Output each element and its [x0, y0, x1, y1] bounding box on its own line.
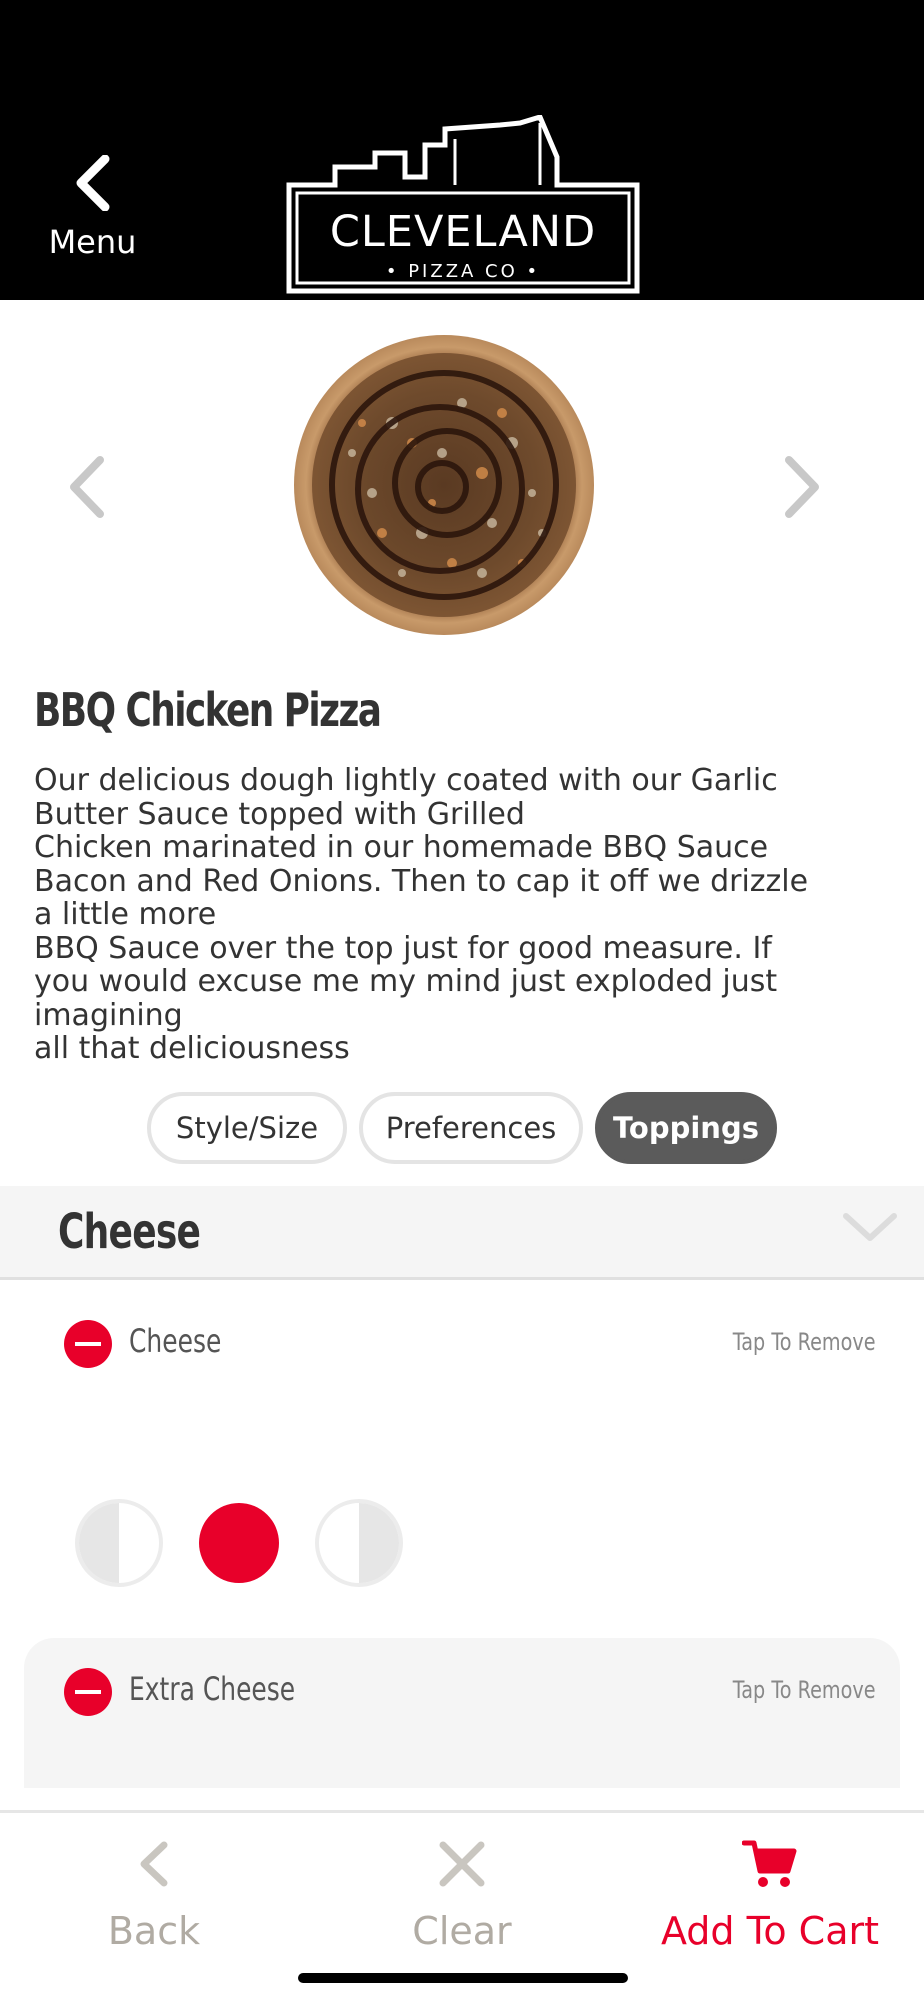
- chevron-right-icon: [785, 456, 819, 518]
- clear-button[interactable]: Clear: [308, 1813, 616, 1973]
- product-description: Our delicious dough lightly coated with …: [34, 763, 809, 1066]
- previous-item-button[interactable]: [62, 452, 112, 522]
- pizza-image: [292, 333, 597, 638]
- back-label: Back: [107, 1909, 201, 1953]
- section-title: Cheese: [58, 1204, 201, 1260]
- chevron-left-icon: [70, 456, 104, 518]
- tab-style-size[interactable]: Style/Size: [147, 1092, 347, 1164]
- chevron-left-icon: [76, 155, 109, 211]
- chevron-down-icon: [843, 1213, 897, 1241]
- topping-row-extra-cheese: Extra Cheese Tap To Remove: [24, 1638, 900, 1788]
- topping-name: Extra Cheese: [129, 1670, 296, 1708]
- tap-to-remove-link[interactable]: Tap To Remove: [733, 1328, 876, 1356]
- minus-circle-icon[interactable]: [64, 1320, 112, 1368]
- tab-toppings[interactable]: Toppings: [595, 1092, 777, 1164]
- cleveland-pizza-logo: CLEVELAND • PIZZA CO •: [285, 115, 640, 295]
- left-half-portion-icon[interactable]: [74, 1498, 164, 1588]
- product-title: BBQ Chicken Pizza: [34, 683, 382, 737]
- cheese-section-header[interactable]: Cheese: [0, 1186, 924, 1280]
- topping-name: Cheese: [129, 1322, 222, 1360]
- bottom-action-bar: Back Clear Add To Cart: [0, 1810, 924, 2000]
- topping-row-cheese: Cheese Tap To Remove: [24, 1290, 900, 1610]
- whole-portion-icon[interactable]: [194, 1498, 284, 1588]
- portion-selector: [74, 1498, 404, 1588]
- tap-to-remove-link[interactable]: Tap To Remove: [733, 1676, 876, 1704]
- chevron-left-icon: [140, 1841, 168, 1887]
- logo-text-main: CLEVELAND: [329, 207, 597, 257]
- logo-text-sub: • PIZZA CO •: [385, 261, 541, 282]
- app-header: Menu CLEVELAND • PIZZA CO •: [0, 0, 924, 300]
- clear-label: Clear: [412, 1909, 512, 1953]
- right-half-portion-icon[interactable]: [314, 1498, 404, 1588]
- tab-preferences[interactable]: Preferences: [359, 1092, 583, 1164]
- minus-circle-icon[interactable]: [64, 1668, 112, 1716]
- menu-back-label: Menu: [48, 223, 137, 261]
- next-item-button[interactable]: [777, 452, 827, 522]
- home-indicator: [298, 1973, 628, 1983]
- menu-back-button[interactable]: Menu: [40, 155, 145, 275]
- option-tabs: Style/Size Preferences Toppings: [147, 1092, 777, 1164]
- add-to-cart-button[interactable]: Add To Cart: [616, 1813, 924, 1973]
- x-icon: [439, 1841, 485, 1887]
- add-to-cart-label: Add To Cart: [660, 1909, 880, 1953]
- back-button[interactable]: Back: [0, 1813, 308, 1973]
- cart-icon: [742, 1840, 797, 1887]
